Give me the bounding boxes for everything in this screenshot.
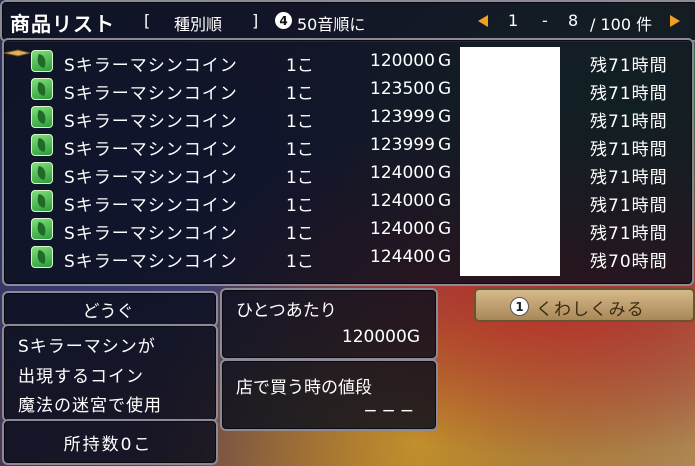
- owned-count: 所持数0こ: [63, 435, 153, 455]
- item-description-panel: Sキラーマシンが 出現するコイン 魔法の迷宮で使用: [2, 324, 218, 422]
- item-qty: 1こ: [286, 168, 314, 188]
- page-title: 商品リスト: [10, 12, 115, 36]
- sort-mode: 種別順: [174, 15, 223, 34]
- leaf-coin-icon: [31, 50, 53, 72]
- item-price: 124000: [370, 191, 435, 211]
- listing-row[interactable]: Sキラーマシンコイン 1こ 124400 G 残70時間: [4, 244, 692, 272]
- item-price: 123500: [370, 79, 435, 99]
- shop-price-panel: 店で買う時の値段 −−−: [220, 359, 438, 431]
- header-bar: 商品リスト [ 種別順 ] 4 50音順に 1 - 8 / 100 件: [0, 0, 695, 42]
- bracket-open: [: [144, 11, 151, 30]
- item-name: Sキラーマシンコイン: [64, 84, 238, 104]
- item-qty: 1こ: [286, 84, 314, 104]
- leaf-coin-icon: [31, 162, 53, 184]
- desc-line-1: Sキラーマシンが: [18, 337, 156, 357]
- price-currency: G: [438, 163, 452, 183]
- time-left: 残71時間: [590, 224, 668, 244]
- desc-line-3: 魔法の迷宮で使用: [18, 396, 162, 416]
- leaf-coin-icon: [31, 190, 53, 212]
- listing-row[interactable]: Sキラーマシンコイン 1こ 123999 G 残71時間: [4, 132, 692, 160]
- time-left: 残70時間: [590, 252, 668, 272]
- page-start: 1: [508, 11, 519, 30]
- item-qty: 1こ: [286, 140, 314, 160]
- redacted-column: [460, 47, 560, 276]
- button-1-icon: 1: [510, 297, 529, 316]
- time-left: 残71時間: [590, 112, 668, 132]
- sort-toggle-button[interactable]: 50音順に: [297, 11, 365, 35]
- page-end: 8: [568, 11, 579, 30]
- price-currency: G: [438, 191, 452, 211]
- shop-price-value: −−−: [363, 401, 418, 421]
- listing-row[interactable]: Sキラーマシンコイン 1こ 123999 G 残71時間: [4, 104, 692, 132]
- leaf-coin-icon: [31, 106, 53, 128]
- item-category-panel: どうぐ: [2, 291, 218, 327]
- button-4-icon[interactable]: 4: [275, 12, 292, 29]
- time-left: 残71時間: [590, 140, 668, 160]
- page-total: / 100 件: [590, 15, 653, 34]
- item-qty: 1こ: [286, 112, 314, 132]
- item-price: 123999: [370, 107, 435, 127]
- item-qty: 1こ: [286, 196, 314, 216]
- item-qty: 1こ: [286, 56, 314, 76]
- listing-row[interactable]: Sキラーマシンコイン 1こ 123500 G 残71時間: [4, 76, 692, 104]
- listing-row[interactable]: Sキラーマシンコイン 1こ 120000 G 残71時間: [4, 48, 692, 76]
- desc-line-2: 出現するコイン: [18, 367, 144, 387]
- time-left: 残71時間: [590, 196, 668, 216]
- listing-row[interactable]: Sキラーマシンコイン 1こ 124000 G 残71時間: [4, 188, 692, 216]
- page-next-icon[interactable]: [670, 15, 680, 27]
- item-name: Sキラーマシンコイン: [64, 196, 238, 216]
- item-price: 123999: [370, 135, 435, 155]
- unit-price-panel: ひとつあたり 120000G: [220, 288, 438, 360]
- price-currency: G: [438, 79, 452, 99]
- view-details-label: くわしくみる: [536, 300, 645, 320]
- price-currency: G: [438, 51, 452, 71]
- price-currency: G: [438, 135, 452, 155]
- item-name: Sキラーマシンコイン: [64, 56, 238, 76]
- page-prev-icon[interactable]: [478, 15, 488, 27]
- item-price: 124000: [370, 163, 435, 183]
- listing-row[interactable]: Sキラーマシンコイン 1こ 124000 G 残71時間: [4, 216, 692, 244]
- time-left: 残71時間: [590, 168, 668, 188]
- item-name: Sキラーマシンコイン: [64, 140, 238, 160]
- item-category: どうぐ: [82, 302, 134, 322]
- leaf-coin-icon: [31, 134, 53, 156]
- leaf-coin-icon: [31, 78, 53, 100]
- unit-price-value: 120000G: [341, 327, 420, 347]
- item-price: 124000: [370, 219, 435, 239]
- bracket-close: ]: [252, 11, 259, 30]
- unit-price-label: ひとつあたり: [236, 301, 337, 321]
- page-sep: -: [542, 11, 548, 30]
- leaf-coin-icon: [31, 218, 53, 240]
- leaf-coin-icon: [31, 246, 53, 268]
- time-left: 残71時間: [590, 84, 668, 104]
- owned-count-panel: 所持数0こ: [2, 419, 218, 465]
- item-price: 120000: [370, 51, 435, 71]
- item-name: Sキラーマシンコイン: [64, 168, 238, 188]
- item-name: Sキラーマシンコイン: [64, 224, 238, 244]
- item-name: Sキラーマシンコイン: [64, 112, 238, 132]
- item-name: Sキラーマシンコイン: [64, 252, 238, 272]
- item-qty: 1こ: [286, 252, 314, 272]
- price-currency: G: [438, 219, 452, 239]
- item-price: 124400: [370, 247, 435, 267]
- item-qty: 1こ: [286, 224, 314, 244]
- view-details-button[interactable]: 1 くわしくみる: [474, 288, 695, 322]
- time-left: 残71時間: [590, 56, 668, 76]
- price-currency: G: [438, 247, 452, 267]
- listing-row[interactable]: Sキラーマシンコイン 1こ 124000 G 残71時間: [4, 160, 692, 188]
- listing-table: Sキラーマシンコイン 1こ 120000 G 残71時間 Sキラーマシンコイン …: [2, 38, 694, 286]
- shop-price-label: 店で買う時の値段: [236, 378, 372, 398]
- price-currency: G: [438, 107, 452, 127]
